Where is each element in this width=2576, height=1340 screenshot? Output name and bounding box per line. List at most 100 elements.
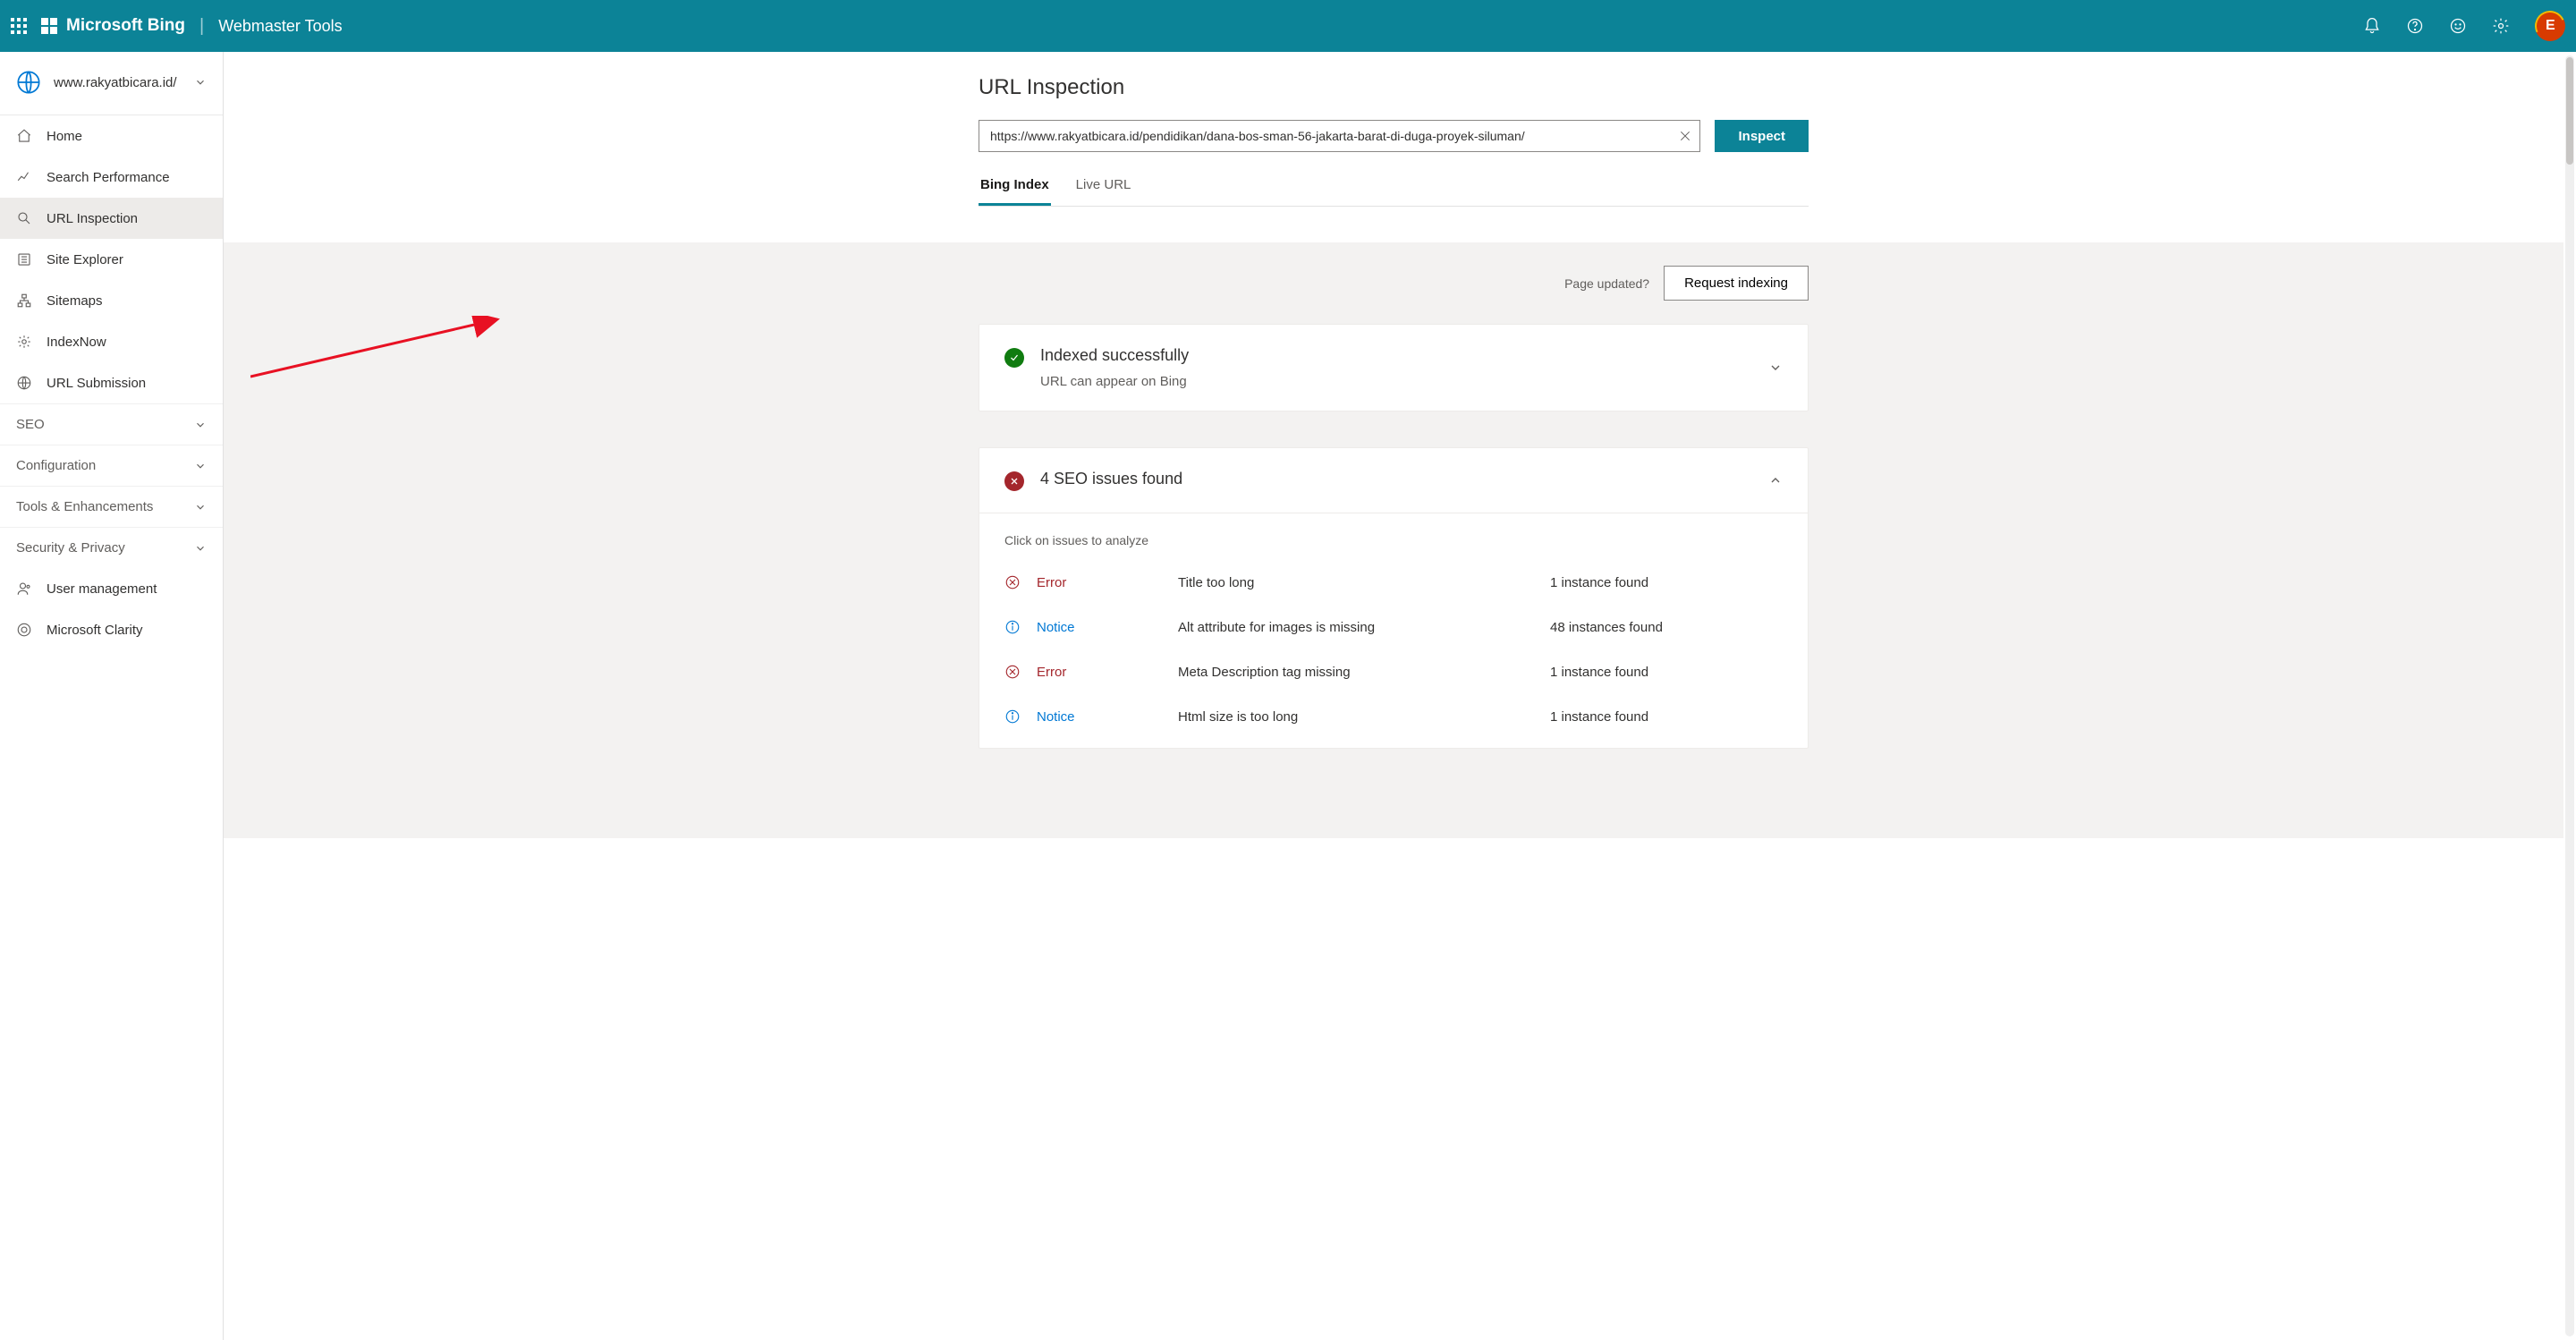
issue-count: 1 instance found [1550,665,1783,680]
inspect-button[interactable]: Inspect [1715,120,1809,152]
nav-home[interactable]: Home [0,115,223,157]
tabs: Bing Index Live URL [979,168,1809,207]
nav-label: Search Performance [47,170,170,185]
main-content: URL Inspection https://www.rakyatbicara.… [224,52,2563,1340]
user-icon [16,581,32,597]
nav-label: Sitemaps [47,293,103,309]
nav-group-label: Configuration [16,458,96,473]
globe-icon [16,375,32,391]
error-icon [1004,664,1021,680]
chevron-down-icon [194,76,207,89]
issue-count: 1 instance found [1550,575,1783,590]
issue-severity: Error [1037,665,1162,680]
nav-label: Microsoft Clarity [47,623,143,638]
globe-icon [16,70,41,95]
app-subtitle: Webmaster Tools [218,17,342,36]
site-selector[interactable]: www.rakyatbicara.id/ [0,52,223,115]
issue-row[interactable]: Error Title too long 1 instance found [1004,560,1783,605]
url-value: https://www.rakyatbicara.id/pendidikan/d… [990,129,1678,143]
nav-label: Site Explorer [47,252,123,267]
issue-severity: Notice [1037,709,1162,725]
nav-group-label: SEO [16,417,45,432]
list-icon [16,251,32,267]
brand-text: Microsoft Bing [66,16,185,36]
help-icon[interactable] [2406,17,2424,35]
settings-icon[interactable] [2492,17,2510,35]
issue-count: 1 instance found [1550,709,1783,725]
nav-sitemaps[interactable]: Sitemaps [0,280,223,321]
error-badge-icon [1004,471,1024,491]
nav-group-tools[interactable]: Tools & Enhancements [0,486,223,527]
nav-url-submission[interactable]: URL Submission [0,362,223,403]
nav-url-inspection[interactable]: URL Inspection [0,198,223,239]
page-updated-label: Page updated? [1564,276,1649,291]
nav-group-configuration[interactable]: Configuration [0,445,223,486]
nav-indexnow[interactable]: IndexNow [0,321,223,362]
gear-icon [16,334,32,350]
chart-icon [16,169,32,185]
nav-group-security[interactable]: Security & Privacy [0,527,223,568]
app-launcher-icon[interactable] [11,18,27,34]
error-icon [1004,574,1021,590]
sitemap-icon [16,293,32,309]
issue-row[interactable]: Notice Alt attribute for images is missi… [1004,605,1783,649]
nav-label: URL Inspection [47,211,138,226]
nav-search-performance[interactable]: Search Performance [0,157,223,198]
nav-group-seo[interactable]: SEO [0,403,223,445]
chevron-down-icon [1768,360,1783,375]
issue-count: 48 instances found [1550,620,1783,635]
issues-hint: Click on issues to analyze [1004,533,1783,547]
issue-message: Title too long [1178,575,1534,590]
issue-message: Meta Description tag missing [1178,665,1534,680]
brand-divider: | [199,16,204,37]
index-card-subtitle: URL can appear on Bing [1040,374,1752,389]
feedback-icon[interactable] [2449,17,2467,35]
nav-site-explorer[interactable]: Site Explorer [0,239,223,280]
request-indexing-button[interactable]: Request indexing [1664,266,1809,301]
chevron-down-icon [194,501,207,513]
topbar: Microsoft Bing | Webmaster Tools E [0,0,2576,52]
index-card-header[interactable]: Indexed successfully URL can appear on B… [979,325,1808,411]
chevron-down-icon [194,419,207,431]
chevron-down-icon [194,460,207,472]
tab-live-url[interactable]: Live URL [1074,168,1133,206]
home-icon [16,128,32,144]
issue-message: Html size is too long [1178,709,1534,725]
site-domain: www.rakyatbicara.id/ [54,75,177,90]
tab-bing-index[interactable]: Bing Index [979,168,1051,206]
nav-label: User management [47,581,157,597]
avatar-initial: E [2546,18,2555,34]
clear-icon[interactable] [1678,129,1692,143]
index-card-title: Indexed successfully [1040,346,1752,365]
nav-group-label: Security & Privacy [16,540,125,556]
bing-logo-icon [41,18,57,34]
info-icon [1004,619,1021,635]
nav-clarity[interactable]: Microsoft Clarity [0,609,223,650]
issue-row[interactable]: Error Meta Description tag missing 1 ins… [1004,649,1783,694]
seo-issues-card: 4 SEO issues found Click on issues to an… [979,447,1809,749]
nav-user-management[interactable]: User management [0,568,223,609]
issue-severity: Notice [1037,620,1162,635]
sidebar: www.rakyatbicara.id/ Home Search Perform… [0,52,224,1340]
scrollbar[interactable] [2565,55,2574,1336]
user-avatar[interactable]: E [2530,6,2570,46]
index-status-card: Indexed successfully URL can appear on B… [979,324,1809,411]
issue-severity: Error [1037,575,1162,590]
issue-message: Alt attribute for images is missing [1178,620,1534,635]
url-input[interactable]: https://www.rakyatbicara.id/pendidikan/d… [979,120,1700,152]
nav-label: URL Submission [47,376,146,391]
page-title: URL Inspection [979,75,1809,100]
notifications-icon[interactable] [2363,17,2381,35]
issue-row[interactable]: Notice Html size is too long 1 instance … [1004,694,1783,739]
nav-label: IndexNow [47,335,106,350]
nav-group-label: Tools & Enhancements [16,499,153,514]
brand[interactable]: Microsoft Bing [41,16,185,36]
chevron-up-icon [1768,473,1783,488]
chevron-down-icon [194,542,207,555]
info-icon [1004,708,1021,725]
clarity-icon [16,622,32,638]
seo-card-header[interactable]: 4 SEO issues found [979,448,1808,513]
seo-card-title: 4 SEO issues found [1040,470,1752,488]
nav-label: Home [47,129,82,144]
search-icon [16,210,32,226]
